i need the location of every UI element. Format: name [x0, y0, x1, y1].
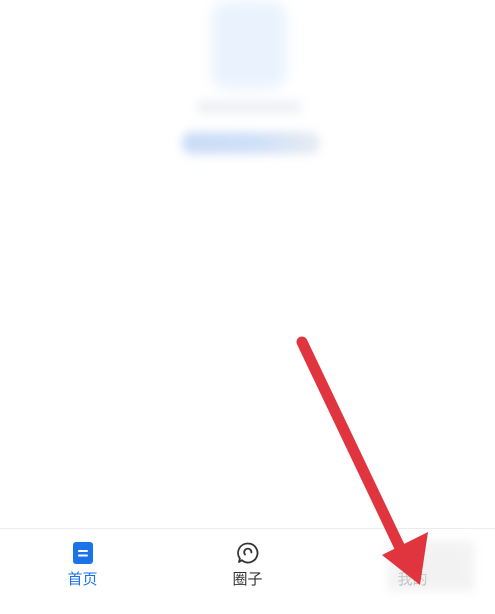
- tab-home-label: 首页: [67, 570, 98, 588]
- circle-chat-icon: [236, 542, 258, 564]
- blurred-info-line: [182, 132, 320, 154]
- main-content: [0, 0, 495, 528]
- blurred-username: [196, 100, 302, 114]
- blurred-avatar: [212, 2, 286, 88]
- tab-circle[interactable]: 圈子: [165, 529, 330, 614]
- blurred-overlay: [388, 541, 474, 591]
- tab-home[interactable]: 首页: [0, 529, 165, 614]
- home-doc-icon: [72, 542, 93, 564]
- tab-circle-label: 圈子: [232, 570, 263, 588]
